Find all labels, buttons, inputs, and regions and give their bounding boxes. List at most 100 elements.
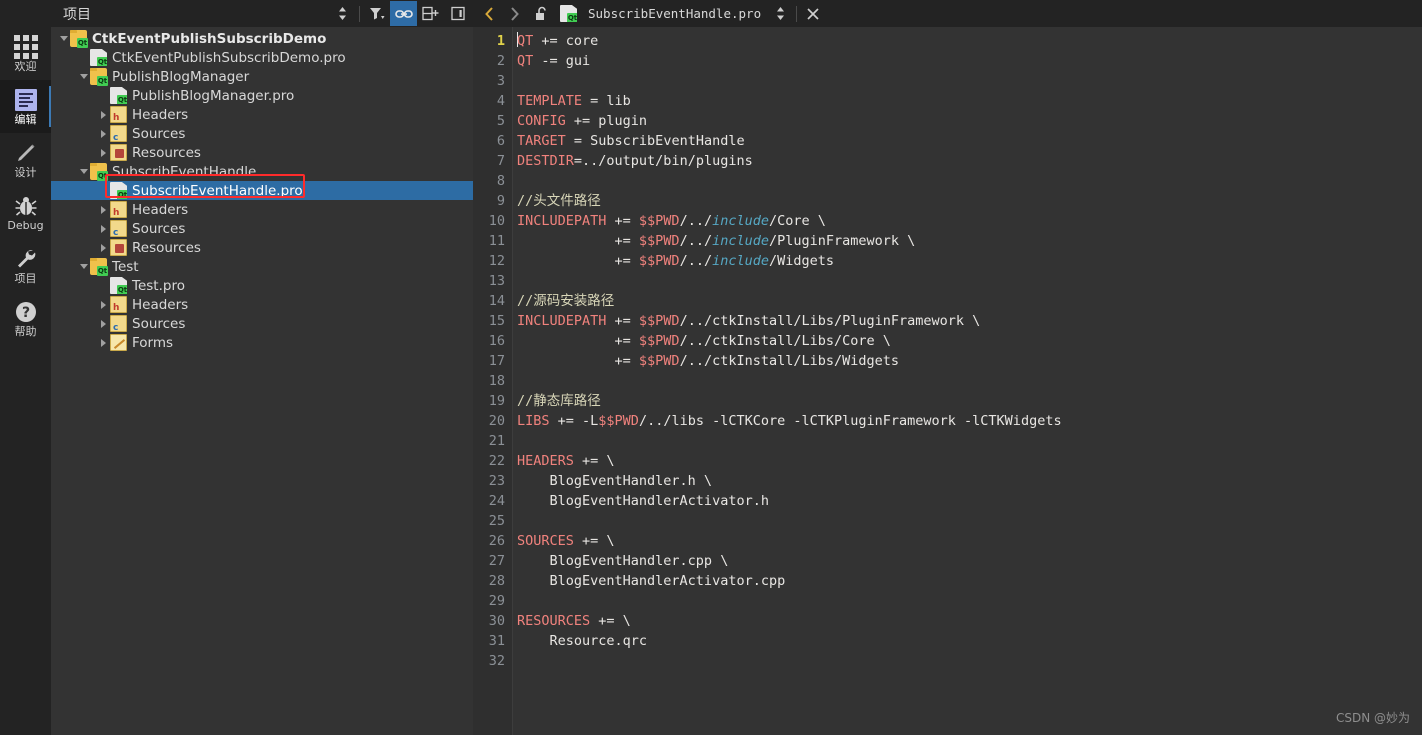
chevron-down-icon[interactable]: [77, 67, 90, 86]
code-line[interactable]: += $$PWD/../ctkInstall/Libs/Core \: [517, 331, 1422, 351]
code-line[interactable]: INCLUDEPATH += $$PWD/../include/Core \: [517, 211, 1422, 231]
code-token-op: += -L: [549, 413, 599, 429]
chevron-right-icon[interactable]: [97, 219, 110, 238]
filter-button[interactable]: [363, 1, 390, 26]
line-number: 28: [488, 573, 505, 589]
sources-folder-icon: [110, 220, 127, 238]
code-line[interactable]: DESTDIR=../output/bin/plugins: [517, 151, 1422, 171]
line-number: 1: [496, 33, 505, 49]
tree-item[interactable]: Headers: [51, 105, 473, 124]
code-line[interactable]: [517, 371, 1422, 391]
qt-badge-icon: Qt: [117, 95, 128, 104]
mode-button-debug[interactable]: Debug: [0, 186, 51, 239]
code-line[interactable]: [517, 591, 1422, 611]
qt-badge-icon: Qt: [117, 285, 128, 294]
tree-item[interactable]: Qt SubscribEventHandle.pro: [51, 181, 473, 200]
tree-item[interactable]: Qt CtkEventPublishSubscribDemo.pro: [51, 48, 473, 67]
mode-button-design[interactable]: 设计: [0, 133, 51, 186]
code-line[interactable]: //头文件路径: [517, 191, 1422, 211]
code-line[interactable]: QT += core: [517, 31, 1422, 51]
code-line[interactable]: [517, 651, 1422, 671]
tree-item[interactable]: Resources: [51, 143, 473, 162]
code-text[interactable]: QT += core QT -= gui TEMPLATE = lib CONFIG…: [513, 27, 1422, 735]
code-line[interactable]: [517, 171, 1422, 191]
synchronize-button[interactable]: [390, 1, 417, 26]
tree-item[interactable]: Qt PublishBlogManager.pro: [51, 86, 473, 105]
mode-button-edit[interactable]: 编辑: [0, 80, 51, 133]
tree-item[interactable]: Qt Test: [51, 257, 473, 276]
chevron-right-icon[interactable]: [97, 238, 110, 257]
code-line[interactable]: //静态库路径: [517, 391, 1422, 411]
code-line[interactable]: RESOURCES += \: [517, 611, 1422, 631]
chevron-right-icon[interactable]: [97, 105, 110, 124]
open-documents-selector[interactable]: [767, 1, 793, 26]
code-line[interactable]: //源码安装路径: [517, 291, 1422, 311]
code-line[interactable]: CONFIG += plugin: [517, 111, 1422, 131]
chevron-down-icon[interactable]: [77, 162, 90, 181]
code-line[interactable]: [517, 271, 1422, 291]
code-line[interactable]: QT -= gui: [517, 51, 1422, 71]
code-line[interactable]: TEMPLATE = lib: [517, 91, 1422, 111]
tree-item[interactable]: Sources: [51, 314, 473, 333]
mode-label-edit: 编辑: [14, 113, 37, 126]
code-token-kw: SOURCES: [517, 533, 574, 549]
project-tree[interactable]: Qt CtkEventPublishSubscribDemo Qt CtkEventP…: [51, 27, 473, 735]
tree-item[interactable]: Sources: [51, 124, 473, 143]
mode-button-welcome[interactable]: 欢迎: [0, 27, 51, 80]
tree-item-label: Test.pro: [132, 277, 185, 294]
code-line[interactable]: TARGET = SubscribEventHandle: [517, 131, 1422, 151]
code-line[interactable]: BlogEventHandler.cpp \: [517, 551, 1422, 571]
code-line[interactable]: += $$PWD/../ctkInstall/Libs/Widgets: [517, 351, 1422, 371]
tree-item-label: CtkEventPublishSubscribDemo.pro: [112, 49, 346, 66]
tree-item[interactable]: Sources: [51, 219, 473, 238]
code-token-kw: TARGET: [517, 133, 566, 149]
chevron-right-icon[interactable]: [97, 200, 110, 219]
close-pane-button[interactable]: [444, 1, 471, 26]
code-line[interactable]: [517, 71, 1422, 91]
code-token-op: /Widgets: [768, 253, 835, 269]
bug-icon: [13, 193, 39, 219]
close-document-button[interactable]: [800, 1, 826, 26]
tree-item[interactable]: Forms: [51, 333, 473, 352]
tree-item[interactable]: Headers: [51, 295, 473, 314]
tree-item[interactable]: Qt Test.pro: [51, 276, 473, 295]
tree-item-label: CtkEventPublishSubscribDemo: [92, 30, 327, 47]
mode-button-help[interactable]: ? 帮助: [0, 292, 51, 345]
lock-toggle-button[interactable]: [528, 1, 554, 26]
code-line[interactable]: += $$PWD/../include/Widgets: [517, 251, 1422, 271]
code-line[interactable]: [517, 431, 1422, 451]
code-line[interactable]: INCLUDEPATH += $$PWD/../ctkInstall/Libs/…: [517, 311, 1422, 331]
code-line[interactable]: BlogEventHandlerActivator.cpp: [517, 571, 1422, 591]
mode-button-projects[interactable]: 项目: [0, 239, 51, 292]
code-view[interactable]: 1 2 3 4 5 6 7 8 9 10 11 12 13 14 15 16 17 18 19 20 21 22 23 24 2…: [473, 27, 1422, 735]
headers-folder-icon: [110, 106, 127, 123]
code-line[interactable]: BlogEventHandlerActivator.h: [517, 491, 1422, 511]
go-forward-button[interactable]: [502, 1, 528, 26]
line-number: 26: [488, 533, 505, 549]
code-line[interactable]: HEADERS += \: [517, 451, 1422, 471]
code-line[interactable]: SOURCES += \: [517, 531, 1422, 551]
chevron-right-icon[interactable]: [97, 333, 110, 352]
tree-item[interactable]: Qt SubscribEventHandle: [51, 162, 473, 181]
code-line[interactable]: [517, 511, 1422, 531]
code-line[interactable]: Resource.qrc: [517, 631, 1422, 651]
chevron-right-icon[interactable]: [97, 143, 110, 162]
chevron-right-icon[interactable]: [97, 295, 110, 314]
tree-item[interactable]: Qt PublishBlogManager: [51, 67, 473, 86]
code-line[interactable]: LIBS += -L$$PWD/../libs -lCTKCore -lCTKP…: [517, 411, 1422, 431]
chevron-down-icon[interactable]: [77, 257, 90, 276]
tree-item[interactable]: Headers: [51, 200, 473, 219]
sort-button[interactable]: [329, 1, 356, 26]
chevron-right-icon[interactable]: [97, 124, 110, 143]
add-split-button[interactable]: [417, 1, 444, 26]
active-file-name: SubscribEventHandle.pro: [588, 6, 762, 21]
tree-item[interactable]: Resources: [51, 238, 473, 257]
go-back-button[interactable]: [476, 1, 502, 26]
chevron-down-icon[interactable]: [57, 29, 70, 48]
code-line[interactable]: += $$PWD/../include/PluginFramework \: [517, 231, 1422, 251]
code-line[interactable]: BlogEventHandler.h \: [517, 471, 1422, 491]
tree-item[interactable]: Qt CtkEventPublishSubscribDemo: [51, 29, 473, 48]
chevron-right-icon[interactable]: [97, 314, 110, 333]
active-file-tab[interactable]: Qt SubscribEventHandle.pro: [554, 1, 767, 26]
code-token-var: $$PWD: [638, 233, 680, 249]
